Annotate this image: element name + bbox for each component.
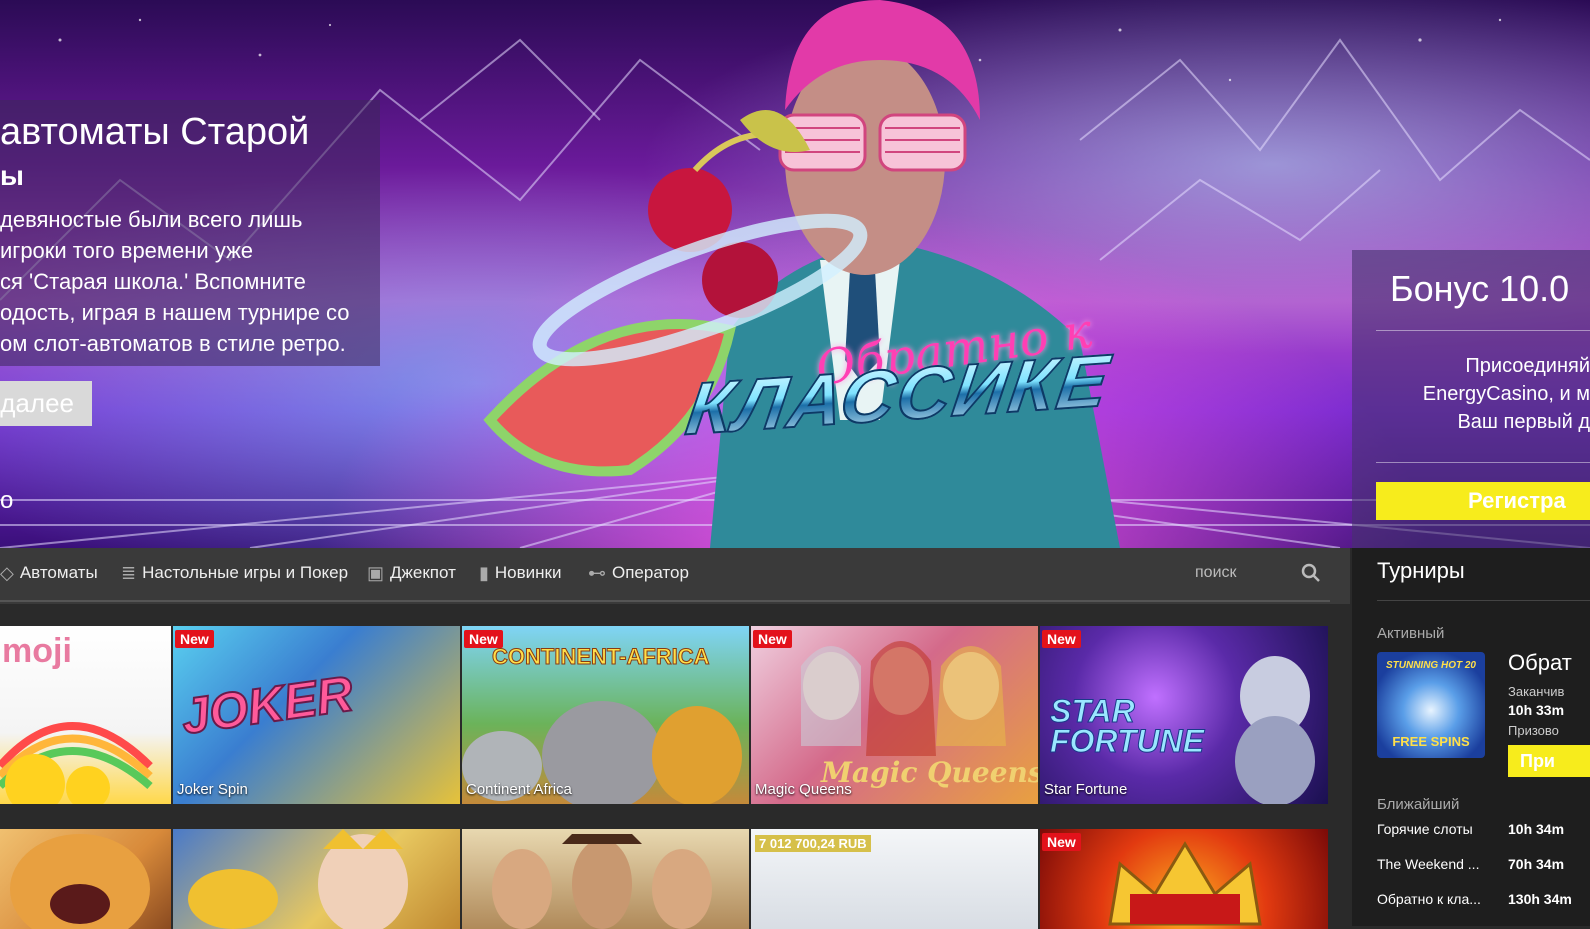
read-more-button[interactable]: далее <box>0 381 92 426</box>
crown-icon <box>1108 841 1262 926</box>
active-tournament-name[interactable]: Обрат <box>1508 650 1572 676</box>
nav-item-live-dealer[interactable]: ⊷ Оператор <box>588 562 689 584</box>
bonus-description-line: EnergyCasino, и м <box>1422 383 1590 405</box>
game-tile-label: Magic Queens <box>755 781 852 798</box>
astronaut-artwork <box>1235 656 1315 804</box>
nav-item-table-games[interactable]: ≣ Настольные игры и Покер <box>121 562 348 584</box>
hero-title-continued: ы <box>0 160 24 191</box>
nav-item-label: Автоматы <box>19 563 98 582</box>
game-tile[interactable] <box>0 829 171 929</box>
sidebar-divider <box>1377 600 1590 601</box>
bonus-title: Бонус 10.0 <box>1390 268 1570 309</box>
active-tournament-label: Активный <box>1377 625 1445 642</box>
promo-character-artwork <box>483 0 1120 548</box>
king-artwork <box>188 829 408 929</box>
hero-banner[interactable]: автоматы Старой ы девяностые были всего … <box>0 0 1590 548</box>
game-tile[interactable]: 7 012 700,24 RUB <box>751 829 1038 929</box>
hero-description-line: одость, играя в нашем турнире со <box>0 300 350 325</box>
tournament-thumbnail[interactable]: STUNNING HOT 20 FREE SPINS <box>1377 652 1485 758</box>
game-tile-art: moji <box>2 632 72 670</box>
nav-divider <box>0 600 1330 602</box>
bookmark-icon: ▮ <box>479 562 489 583</box>
cash-icon: ▣ <box>367 562 385 583</box>
game-tile-star-fortune[interactable]: STAR FORTUNE New Star Fortune <box>1040 626 1328 804</box>
register-button[interactable]: Регистра <box>1376 482 1590 520</box>
tournament-ends-label: Заканчив <box>1508 684 1565 699</box>
tournament-prize-label: Призово <box>1508 723 1559 738</box>
nav-item-label: Настольные игры и Покер <box>142 563 349 582</box>
game-tile-magic-queens[interactable]: Magic Queens New Magic Queens <box>751 626 1038 804</box>
game-tile-label: Continent Africa <box>466 781 572 798</box>
new-badge: New <box>1042 833 1081 851</box>
gamepad-icon: ⊷ <box>588 562 606 583</box>
tournament-list-time: 70h 34m <box>1508 856 1565 872</box>
tournament-thumbnail-title: STUNNING HOT 20 <box>1385 660 1476 671</box>
nav-item-label: Новинки <box>494 563 562 582</box>
hero-description-line: ся 'Старая школа.' Вспомните <box>0 269 306 294</box>
new-badge: New <box>175 630 214 648</box>
bonus-divider <box>1376 462 1590 463</box>
bonus-description: Присоединяй EnergyCasino, и м Ваш первый… <box>1378 352 1590 436</box>
outlaws-artwork <box>492 834 712 929</box>
bonus-description-line: Ваш первый д <box>1457 411 1590 433</box>
game-tile[interactable] <box>173 829 460 929</box>
game-tile-art: CONTINENT-AFRICA <box>492 644 711 670</box>
game-tile[interactable]: moji <box>0 626 171 804</box>
new-badge: New <box>1042 630 1081 648</box>
bonus-divider <box>1376 330 1590 331</box>
join-tournament-button[interactable]: При <box>1508 745 1590 777</box>
nav-item-new[interactable]: ▮ Новинки <box>479 562 562 584</box>
hero-slide-fragment: о <box>0 487 14 514</box>
game-tile-label: Joker Spin <box>177 781 248 798</box>
hero-description-line: игроки того времени уже <box>0 238 254 263</box>
game-tile-art: JOKER <box>177 664 357 745</box>
jackpot-amount-badge: 7 012 700,24 RUB <box>755 835 871 852</box>
hero-description-line: девяностые были всего лишь <box>0 207 303 232</box>
tournaments-title: Турниры <box>1377 558 1465 583</box>
tournament-list-name: Обратно к кла... <box>1377 891 1481 907</box>
diamond-icon: ◇ <box>0 562 14 583</box>
game-tile-joker-spin[interactable]: JOKER New Joker Spin <box>173 626 460 804</box>
nav-item-slots[interactable]: ◇ Автоматы <box>0 562 98 584</box>
new-badge: New <box>753 630 792 648</box>
bonus-description-line: Присоединяй <box>1465 355 1590 377</box>
tournament-time-left: 10h 33m <box>1508 702 1565 718</box>
hero-description: девяностые были всего лишь игроки того в… <box>0 204 380 359</box>
nav-item-label: Оператор <box>612 563 689 582</box>
tournament-list-name: Горячие слоты <box>1377 821 1473 837</box>
hero-title: автоматы Старой <box>0 111 310 153</box>
game-tile[interactable] <box>462 829 749 929</box>
hero-description-line: ом слот-автоматов в стиле ретро. <box>0 331 346 356</box>
tournament-list-time: 10h 34m <box>1508 821 1565 837</box>
tiger-artwork <box>10 834 150 929</box>
nav-item-jackpot[interactable]: ▣ Джекпот <box>367 562 456 584</box>
game-tile[interactable]: New <box>1040 829 1328 929</box>
new-badge: New <box>464 630 503 648</box>
game-tile-art: Magic Queens <box>821 756 1038 789</box>
nav-item-label: Джекпот <box>390 563 456 582</box>
tournament-list-time: 130h 34m <box>1508 891 1572 907</box>
search-input[interactable]: поиск <box>1195 564 1237 582</box>
tournament-list-name: The Weekend ... <box>1377 856 1480 872</box>
game-tile-label: Star Fortune <box>1044 781 1128 798</box>
search-icon[interactable] <box>1300 562 1322 584</box>
game-tile-continent-africa[interactable]: CONTINENT-AFRICA New Continent Africa <box>462 626 749 804</box>
nearest-tournaments-label: Ближайший <box>1377 796 1460 813</box>
tournament-thumbnail-caption: FREE SPINS <box>1392 734 1470 749</box>
emoji-artwork <box>0 722 153 804</box>
chips-icon: ≣ <box>121 562 137 583</box>
